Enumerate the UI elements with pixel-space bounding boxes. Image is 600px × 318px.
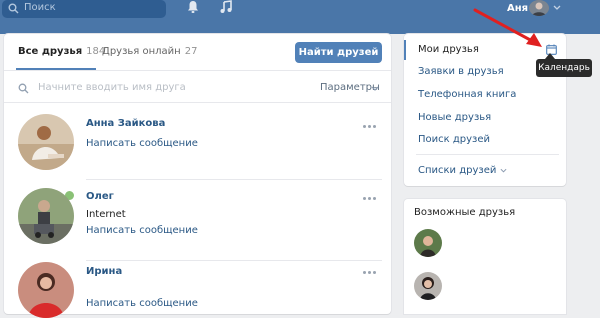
friend-name[interactable]: Ирина bbox=[86, 266, 122, 277]
chevron-down-icon[interactable] bbox=[371, 86, 379, 91]
calendar-tooltip: Календарь bbox=[536, 59, 592, 77]
friend-actions-menu[interactable] bbox=[362, 197, 378, 201]
menu-item-friend-lists[interactable]: Списки друзей bbox=[418, 165, 507, 176]
friend-lists-label: Списки друзей bbox=[418, 165, 497, 176]
friend-avatar[interactable] bbox=[18, 262, 74, 318]
divider bbox=[86, 179, 382, 180]
friend-subtitle: Internet bbox=[86, 209, 126, 220]
tab-all-friends[interactable]: Все друзья 184 bbox=[18, 46, 105, 57]
global-search-input[interactable]: Поиск bbox=[2, 0, 166, 18]
write-message-link[interactable]: Написать сообщение bbox=[86, 138, 198, 149]
search-icon bbox=[8, 3, 19, 14]
chevron-down-icon bbox=[500, 168, 507, 173]
active-menu-indicator bbox=[404, 40, 406, 60]
friend-name[interactable]: Анна Зайкова bbox=[86, 118, 165, 129]
possible-friend-avatar[interactable] bbox=[414, 272, 442, 300]
search-icon bbox=[18, 83, 29, 94]
menu-item-my-friends[interactable]: Мои друзья bbox=[418, 44, 479, 55]
friend-avatar[interactable] bbox=[18, 188, 74, 244]
tab-online-friends-label: Друзья онлайн bbox=[102, 46, 181, 57]
write-message-link[interactable]: Написать сообщение bbox=[86, 298, 198, 309]
friend-avatar[interactable] bbox=[18, 114, 74, 170]
tab-online-friends[interactable]: Друзья онлайн 27 bbox=[102, 46, 197, 57]
chevron-down-icon[interactable] bbox=[553, 5, 561, 10]
divider bbox=[416, 154, 559, 155]
possible-friends-card: Возможные друзья bbox=[404, 199, 566, 314]
tab-all-friends-label: Все друзья bbox=[18, 46, 83, 57]
friend-actions-menu[interactable] bbox=[362, 271, 378, 275]
menu-item-requests[interactable]: Заявки в друзья bbox=[418, 66, 504, 77]
friends-search-input[interactable]: Начните вводить имя друга bbox=[38, 82, 186, 93]
menu-item-search-friends[interactable]: Поиск друзей bbox=[418, 134, 490, 145]
global-search-placeholder: Поиск bbox=[24, 2, 56, 13]
friends-card: Все друзья 184 Друзья онлайн 27 Найти друз… bbox=[4, 34, 391, 318]
menu-item-new-friends[interactable]: Новые друзья bbox=[418, 112, 491, 123]
annotation-arrow bbox=[473, 8, 542, 47]
divider bbox=[4, 102, 391, 103]
tab-online-friends-count: 27 bbox=[184, 46, 198, 57]
music-icon[interactable] bbox=[219, 0, 233, 14]
divider bbox=[4, 70, 391, 71]
find-friends-button[interactable]: Найти друзей bbox=[295, 42, 382, 63]
menu-item-phonebook[interactable]: Телефонная книга bbox=[418, 89, 516, 100]
friend-name[interactable]: Олег bbox=[86, 191, 114, 202]
friend-actions-menu[interactable] bbox=[362, 125, 378, 129]
possible-friend-avatar[interactable] bbox=[414, 229, 442, 257]
bell-icon[interactable] bbox=[186, 0, 200, 14]
write-message-link[interactable]: Написать сообщение bbox=[86, 225, 198, 236]
friends-side-menu: Мои друзья Заявки в друзья Телефонная кн… bbox=[404, 34, 566, 186]
divider bbox=[86, 260, 382, 261]
possible-friends-title: Возможные друзья bbox=[414, 207, 516, 218]
